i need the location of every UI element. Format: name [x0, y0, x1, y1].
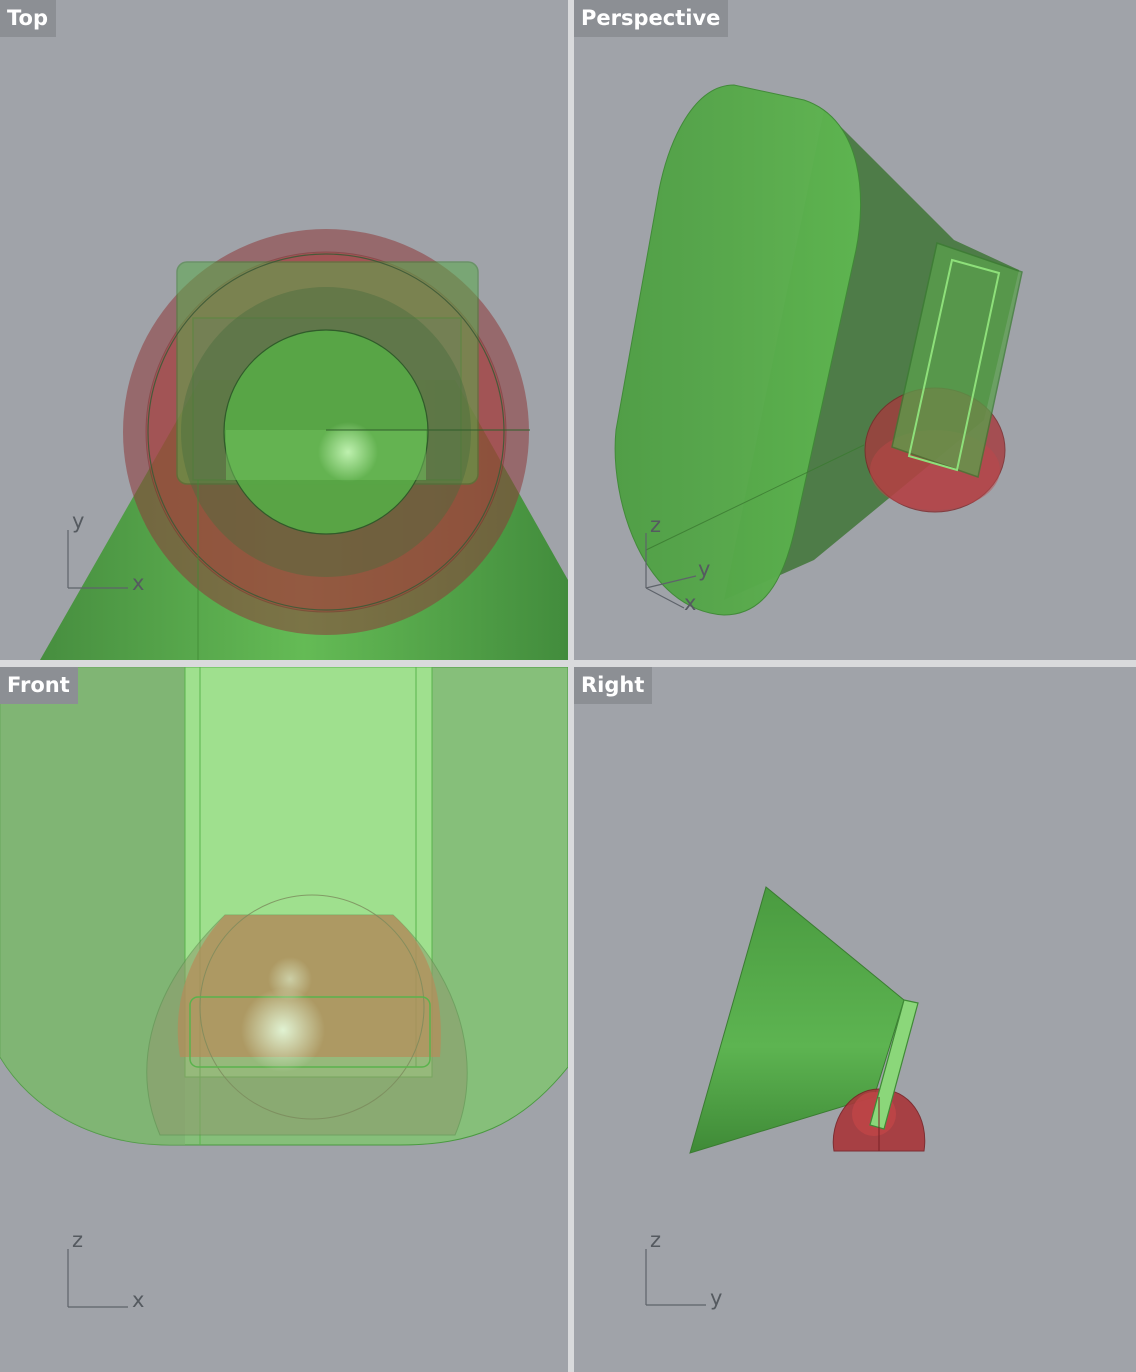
right-scene: z y [645, 886, 926, 1310]
viewport-top[interactable]: Top y x [0, 0, 568, 660]
viewport-title-top[interactable]: Top [0, 0, 56, 37]
axis-label-x: x [132, 571, 144, 595]
viewport-title-perspective[interactable]: Perspective [574, 0, 729, 37]
axis-gizmo-front: z x [67, 1228, 144, 1312]
viewport-right[interactable]: Right z y [574, 667, 1136, 1372]
axis-label-z: z [72, 1228, 83, 1252]
axis-label-y: y [698, 557, 710, 581]
front-glow-small [268, 957, 312, 1001]
viewport-title-front[interactable]: Front [0, 667, 78, 704]
axis-label-z: z [650, 1228, 661, 1252]
axis-label-x: x [684, 591, 696, 615]
axis-label-y: y [710, 1286, 722, 1310]
axis-label-y: y [72, 509, 84, 533]
viewport-title-right[interactable]: Right [574, 667, 653, 704]
highlight-glow [318, 422, 378, 482]
viewport-front[interactable]: Front z x [0, 667, 568, 1372]
front-scene: z x [0, 667, 568, 1312]
axis-label-z: z [650, 513, 661, 537]
axis-label-x: x [132, 1288, 144, 1312]
axis-gizmo-right: z y [645, 1228, 722, 1310]
front-glow-large [241, 988, 325, 1072]
perspective-scene: z y x [614, 84, 1023, 616]
viewport-perspective[interactable]: Perspective z y x [574, 0, 1136, 660]
top-scene: y x [40, 229, 568, 660]
